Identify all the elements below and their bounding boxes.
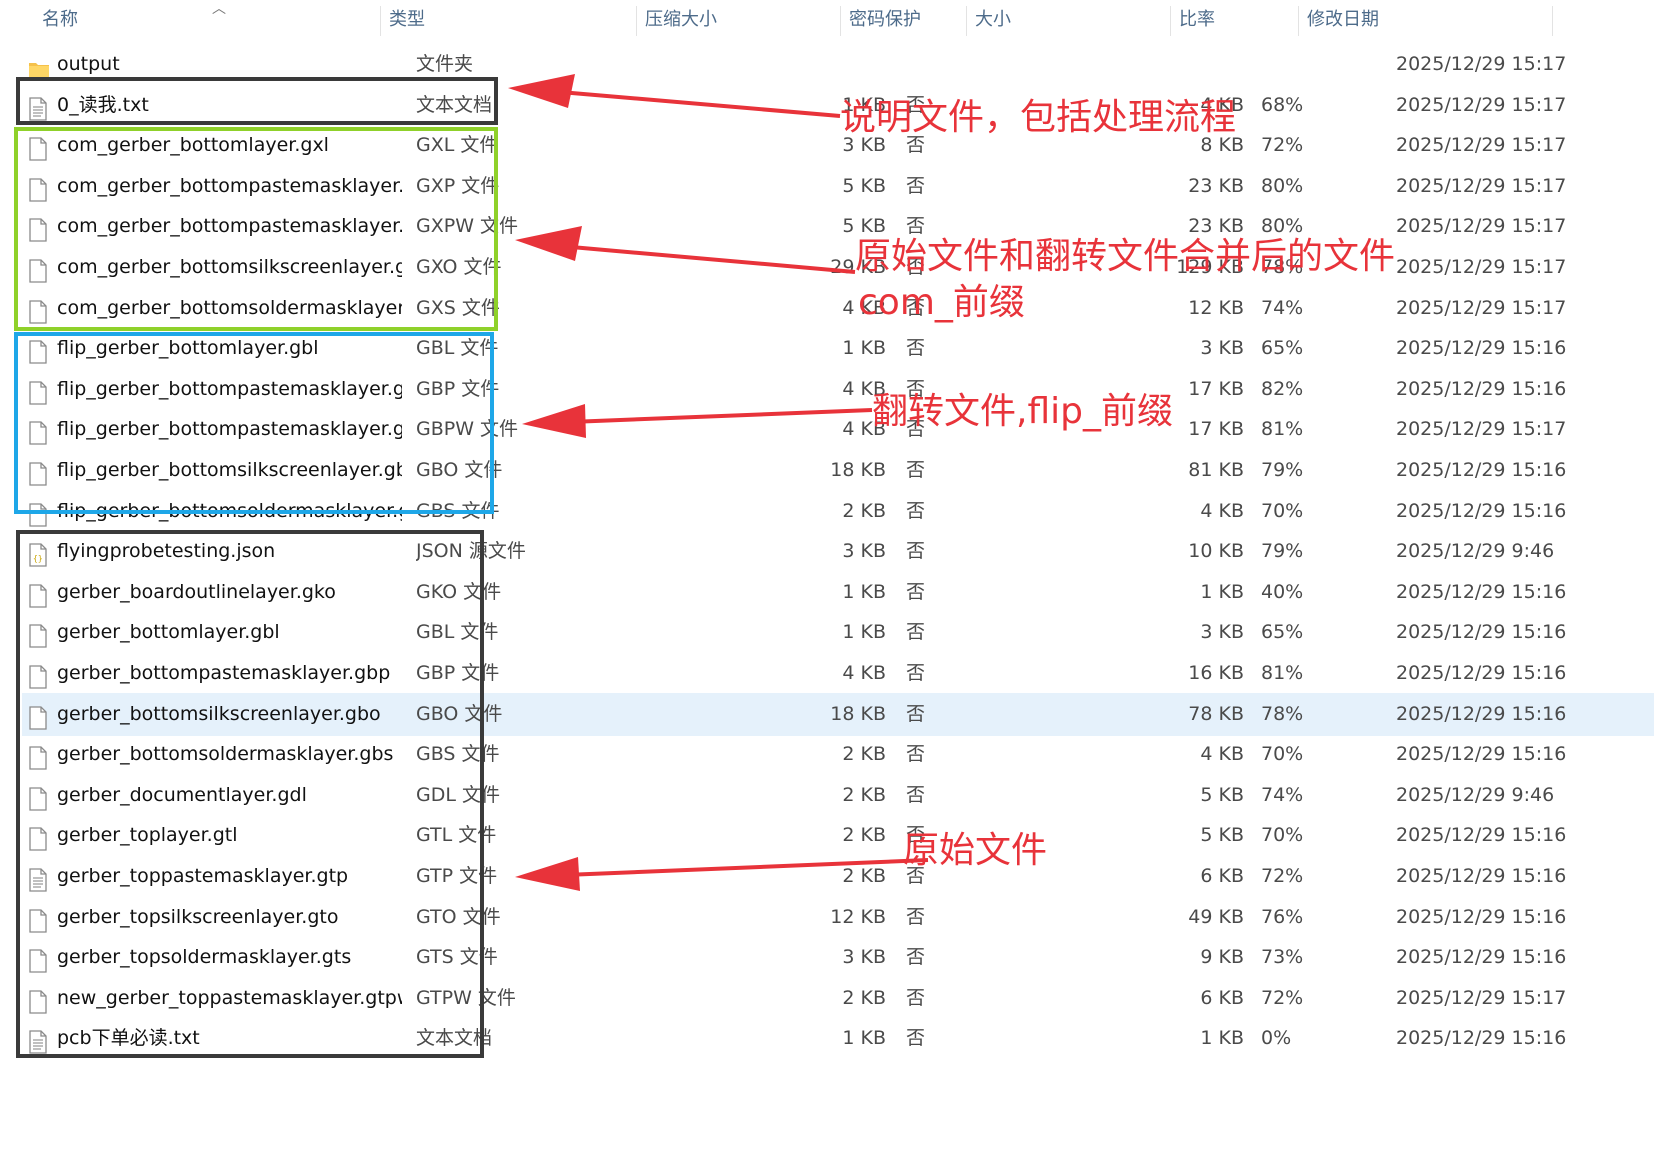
arrow-to-com-files [515,226,856,274]
annotation-arrows [508,74,929,891]
annotation-original: 原始文件 [903,830,1048,871]
annotation-merged-prefix: com_前缀 [858,282,1025,323]
annotation-readme: 说明文件，包括处理流程 [840,97,1237,138]
arrow-to-original-files [515,857,929,891]
annotation-flip: 翻转文件,flip_前缀 [872,391,1173,432]
arrow-to-readme [508,74,841,118]
annotation-merged: 原始文件和翻转文件合并后的文件 [855,236,1396,277]
arrow-to-flip-files [522,404,873,438]
